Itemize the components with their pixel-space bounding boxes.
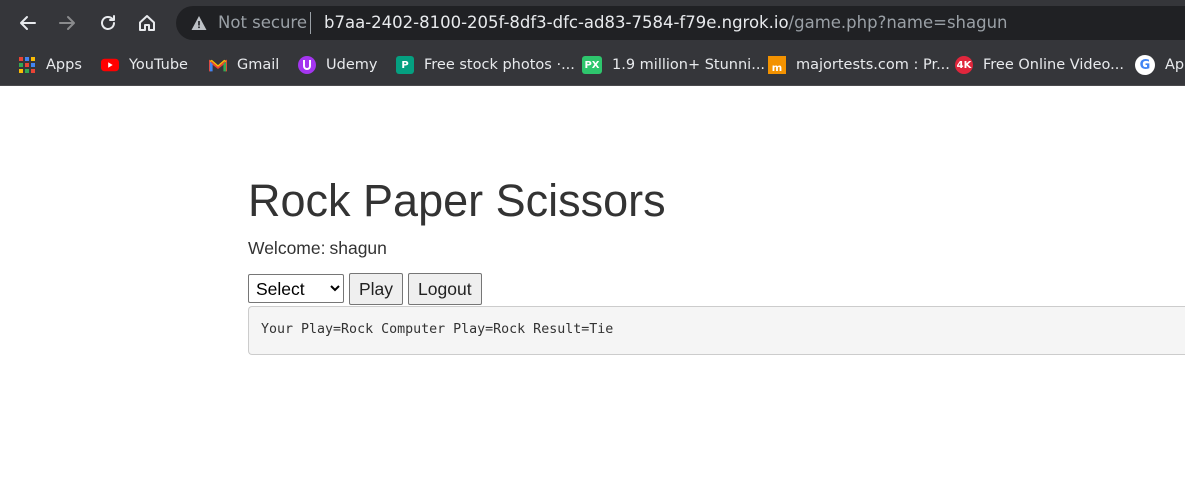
result-panel: Your Play=Rock Computer Play=Rock Result…	[248, 306, 1185, 355]
bookmark-label: 1.9 million+ Stunni...	[612, 57, 766, 73]
username: shagun	[329, 238, 387, 258]
apps-grid-icon	[18, 56, 36, 74]
security-status-label[interactable]: Not secure	[218, 13, 307, 32]
gmail-icon	[209, 56, 227, 74]
url-path: /game.php?name=shagun	[788, 13, 1008, 32]
logout-button[interactable]: Logout	[408, 273, 482, 305]
bookmark-label: YouTube	[129, 57, 188, 73]
bookmark-label: majortests.com : Pr...	[796, 57, 950, 73]
bookmark-label: Apps	[46, 57, 82, 73]
bookmark-pexels[interactable]: P Free stock photos ·...	[396, 54, 575, 76]
result-text: Your Play=Rock Computer Play=Rock Result…	[261, 322, 614, 337]
welcome-message: Welcome: shagun	[248, 238, 387, 259]
udemy-icon	[298, 56, 316, 74]
bookmark-udemy[interactable]: Udemy	[298, 54, 377, 76]
4k-download-icon: 4K	[955, 56, 973, 74]
warning-triangle-icon[interactable]	[190, 14, 208, 32]
bookmark-pixabay[interactable]: PX 1.9 million+ Stunni...	[582, 54, 765, 76]
bookmark-label: Free Online Video...	[983, 57, 1124, 73]
google-icon: G	[1135, 55, 1155, 75]
page-content: Rock Paper Scissors Welcome: shagun Selec…	[0, 87, 1185, 497]
bookmark-free-online-video[interactable]: 4K Free Online Video...	[955, 54, 1124, 76]
address-separator	[310, 12, 311, 34]
welcome-label: Welcome:	[248, 238, 326, 258]
forward-arrow-icon[interactable]	[53, 9, 81, 37]
url-host: b7aa-2402-8100-205f-8df3-dfc-ad83-7584-f…	[324, 13, 789, 32]
bookmarks-bar: Apps YouTube Gmail Udemy P Free stock ph…	[0, 46, 1185, 86]
browser-toolbar: Not secure b7aa-2402-8100-205f-8df3-dfc-…	[0, 0, 1185, 46]
reload-icon[interactable]	[94, 9, 122, 37]
majortests-icon: m	[768, 56, 786, 74]
pixabay-icon: PX	[582, 56, 602, 74]
home-icon[interactable]	[133, 9, 161, 37]
bookmark-label: Free stock photos ·...	[424, 57, 575, 73]
bookmark-label: Udemy	[326, 57, 378, 73]
page-title: Rock Paper Scissors	[248, 175, 666, 226]
bookmark-youtube[interactable]: YouTube	[101, 54, 188, 76]
bookmark-majortests[interactable]: m majortests.com : Pr...	[768, 54, 950, 76]
bookmark-apps[interactable]: Apps	[18, 54, 82, 76]
back-arrow-icon[interactable]	[14, 9, 42, 37]
bookmark-google-app[interactable]: G App	[1135, 54, 1185, 76]
play-button[interactable]: Play	[349, 273, 404, 305]
youtube-icon	[101, 56, 119, 74]
url-text[interactable]: b7aa-2402-8100-205f-8df3-dfc-ad83-7584-f…	[324, 13, 1008, 32]
pexels-icon: P	[396, 56, 414, 74]
address-bar[interactable]: Not secure b7aa-2402-8100-205f-8df3-dfc-…	[176, 6, 1185, 40]
bookmark-gmail[interactable]: Gmail	[209, 54, 279, 76]
game-controls: Select Play Logout	[248, 273, 482, 305]
play-select[interactable]: Select	[248, 274, 344, 303]
bookmark-label: App	[1165, 57, 1185, 73]
bookmark-label: Gmail	[237, 57, 280, 73]
